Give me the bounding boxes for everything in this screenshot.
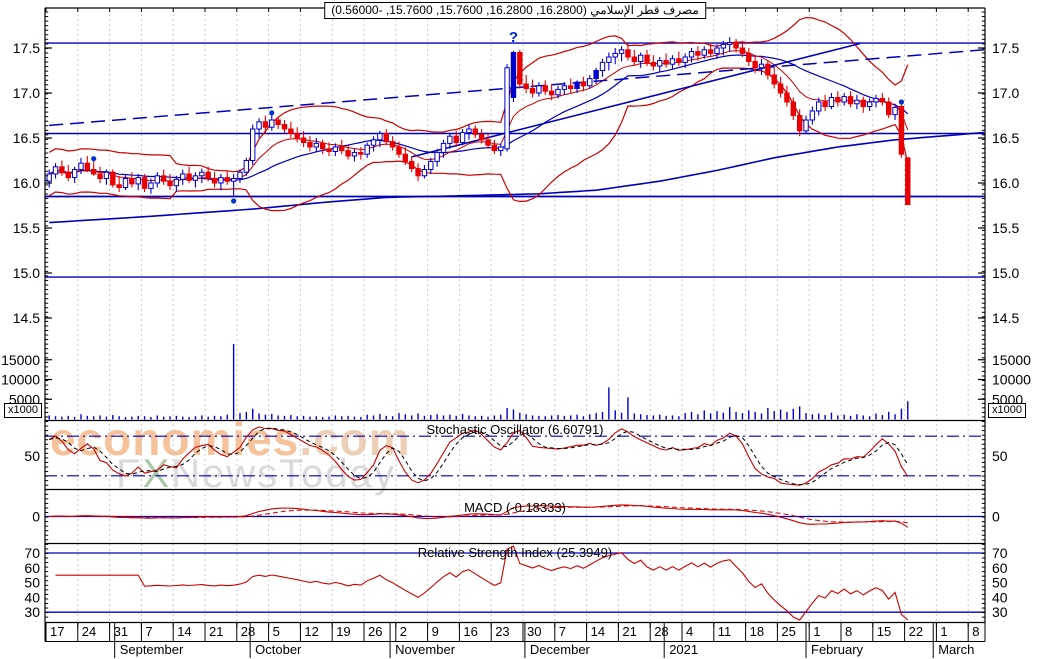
stochastic-panel-label: Stochastic Oscillator (6.60791)	[426, 422, 604, 437]
svg-text:November: November	[395, 642, 456, 657]
svg-text:7: 7	[145, 624, 152, 639]
svg-text:16: 16	[463, 624, 477, 639]
svg-text:40: 40	[992, 589, 1008, 605]
svg-text:40: 40	[24, 589, 40, 605]
svg-text:50: 50	[992, 575, 1008, 591]
svg-text:7: 7	[559, 624, 566, 639]
svg-text:16.5: 16.5	[992, 130, 1019, 146]
svg-text:2021: 2021	[669, 642, 698, 657]
svg-text:1: 1	[813, 624, 820, 639]
svg-text:15.5: 15.5	[13, 220, 40, 236]
svg-text:21: 21	[209, 624, 223, 639]
svg-text:28: 28	[241, 624, 255, 639]
svg-text:70: 70	[992, 545, 1008, 561]
svg-text:60: 60	[24, 560, 40, 576]
svg-text:23: 23	[495, 624, 509, 639]
svg-text:8: 8	[845, 624, 852, 639]
svg-text:0: 0	[992, 509, 1000, 525]
instrument-ohlc-title: مصرف قطر الإسلامي (16.2800, 16.2800, 15.…	[324, 2, 706, 19]
svg-text:30: 30	[527, 624, 541, 639]
svg-text:March: March	[938, 642, 974, 657]
svg-text:10000: 10000	[992, 372, 1031, 388]
svg-text:25: 25	[781, 624, 795, 639]
svg-text:15000: 15000	[1, 352, 40, 368]
svg-text:50: 50	[24, 575, 40, 591]
svg-text:October: October	[255, 642, 302, 657]
svg-text:17: 17	[50, 624, 64, 639]
svg-text:17.5: 17.5	[992, 40, 1019, 56]
svg-text:30: 30	[992, 604, 1008, 620]
svg-text:10000: 10000	[1, 372, 40, 388]
svg-text:February: February	[811, 642, 864, 657]
svg-text:4: 4	[686, 624, 693, 639]
svg-text:14.5: 14.5	[992, 310, 1019, 326]
svg-text:28: 28	[654, 624, 668, 639]
svg-text:?: ?	[509, 29, 518, 46]
svg-text:14.5: 14.5	[13, 310, 40, 326]
svg-text:2: 2	[400, 624, 407, 639]
svg-text:15.0: 15.0	[13, 265, 40, 281]
svg-text:15.0: 15.0	[992, 265, 1019, 281]
svg-text:14: 14	[591, 624, 605, 639]
svg-text:17.0: 17.0	[992, 85, 1019, 101]
svg-text:8: 8	[972, 624, 979, 639]
macd-panel-label: MACD (-0.18333)	[464, 500, 566, 515]
rsi-panel-label: Relative Strength Index (25.3949)	[417, 545, 613, 560]
svg-text:30: 30	[24, 604, 40, 620]
svg-text:31: 31	[114, 624, 128, 639]
volume-unit-left: x1000	[4, 403, 42, 418]
svg-text:12: 12	[304, 624, 318, 639]
svg-text:5: 5	[273, 624, 280, 639]
svg-text:9: 9	[432, 624, 439, 639]
svg-text:11: 11	[718, 624, 732, 639]
svg-text:15: 15	[877, 624, 891, 639]
svg-text:17.5: 17.5	[13, 40, 40, 56]
svg-text:16.0: 16.0	[13, 175, 40, 191]
svg-text:0: 0	[32, 509, 40, 525]
svg-text:16.5: 16.5	[13, 130, 40, 146]
svg-text:22: 22	[909, 624, 923, 639]
chart-window: economies.com FXNewsToday ? 17.5 17.5 17.0 1…	[0, 0, 1040, 659]
chart-canvas[interactable]: ? 17.5 17.5 17.0 17.0 16.5 16.5 16.0 16.0 15.5 15.…	[0, 0, 1040, 659]
svg-text:21: 21	[622, 624, 636, 639]
svg-text:15000: 15000	[992, 352, 1031, 368]
svg-text:70: 70	[24, 545, 40, 561]
svg-text:14: 14	[177, 624, 191, 639]
volume-unit-right: x1000	[988, 403, 1026, 418]
svg-text:16.0: 16.0	[992, 175, 1019, 191]
svg-text:19: 19	[336, 624, 350, 639]
svg-text:December: December	[530, 642, 591, 657]
svg-text:50: 50	[24, 448, 40, 464]
svg-text:24: 24	[82, 624, 96, 639]
svg-text:15.5: 15.5	[992, 220, 1019, 236]
svg-text:1: 1	[940, 624, 947, 639]
svg-text:September: September	[120, 642, 184, 657]
svg-text:17.0: 17.0	[13, 85, 40, 101]
svg-text:60: 60	[992, 560, 1008, 576]
svg-text:26: 26	[368, 624, 382, 639]
svg-text:50: 50	[992, 448, 1008, 464]
svg-text:18: 18	[750, 624, 764, 639]
